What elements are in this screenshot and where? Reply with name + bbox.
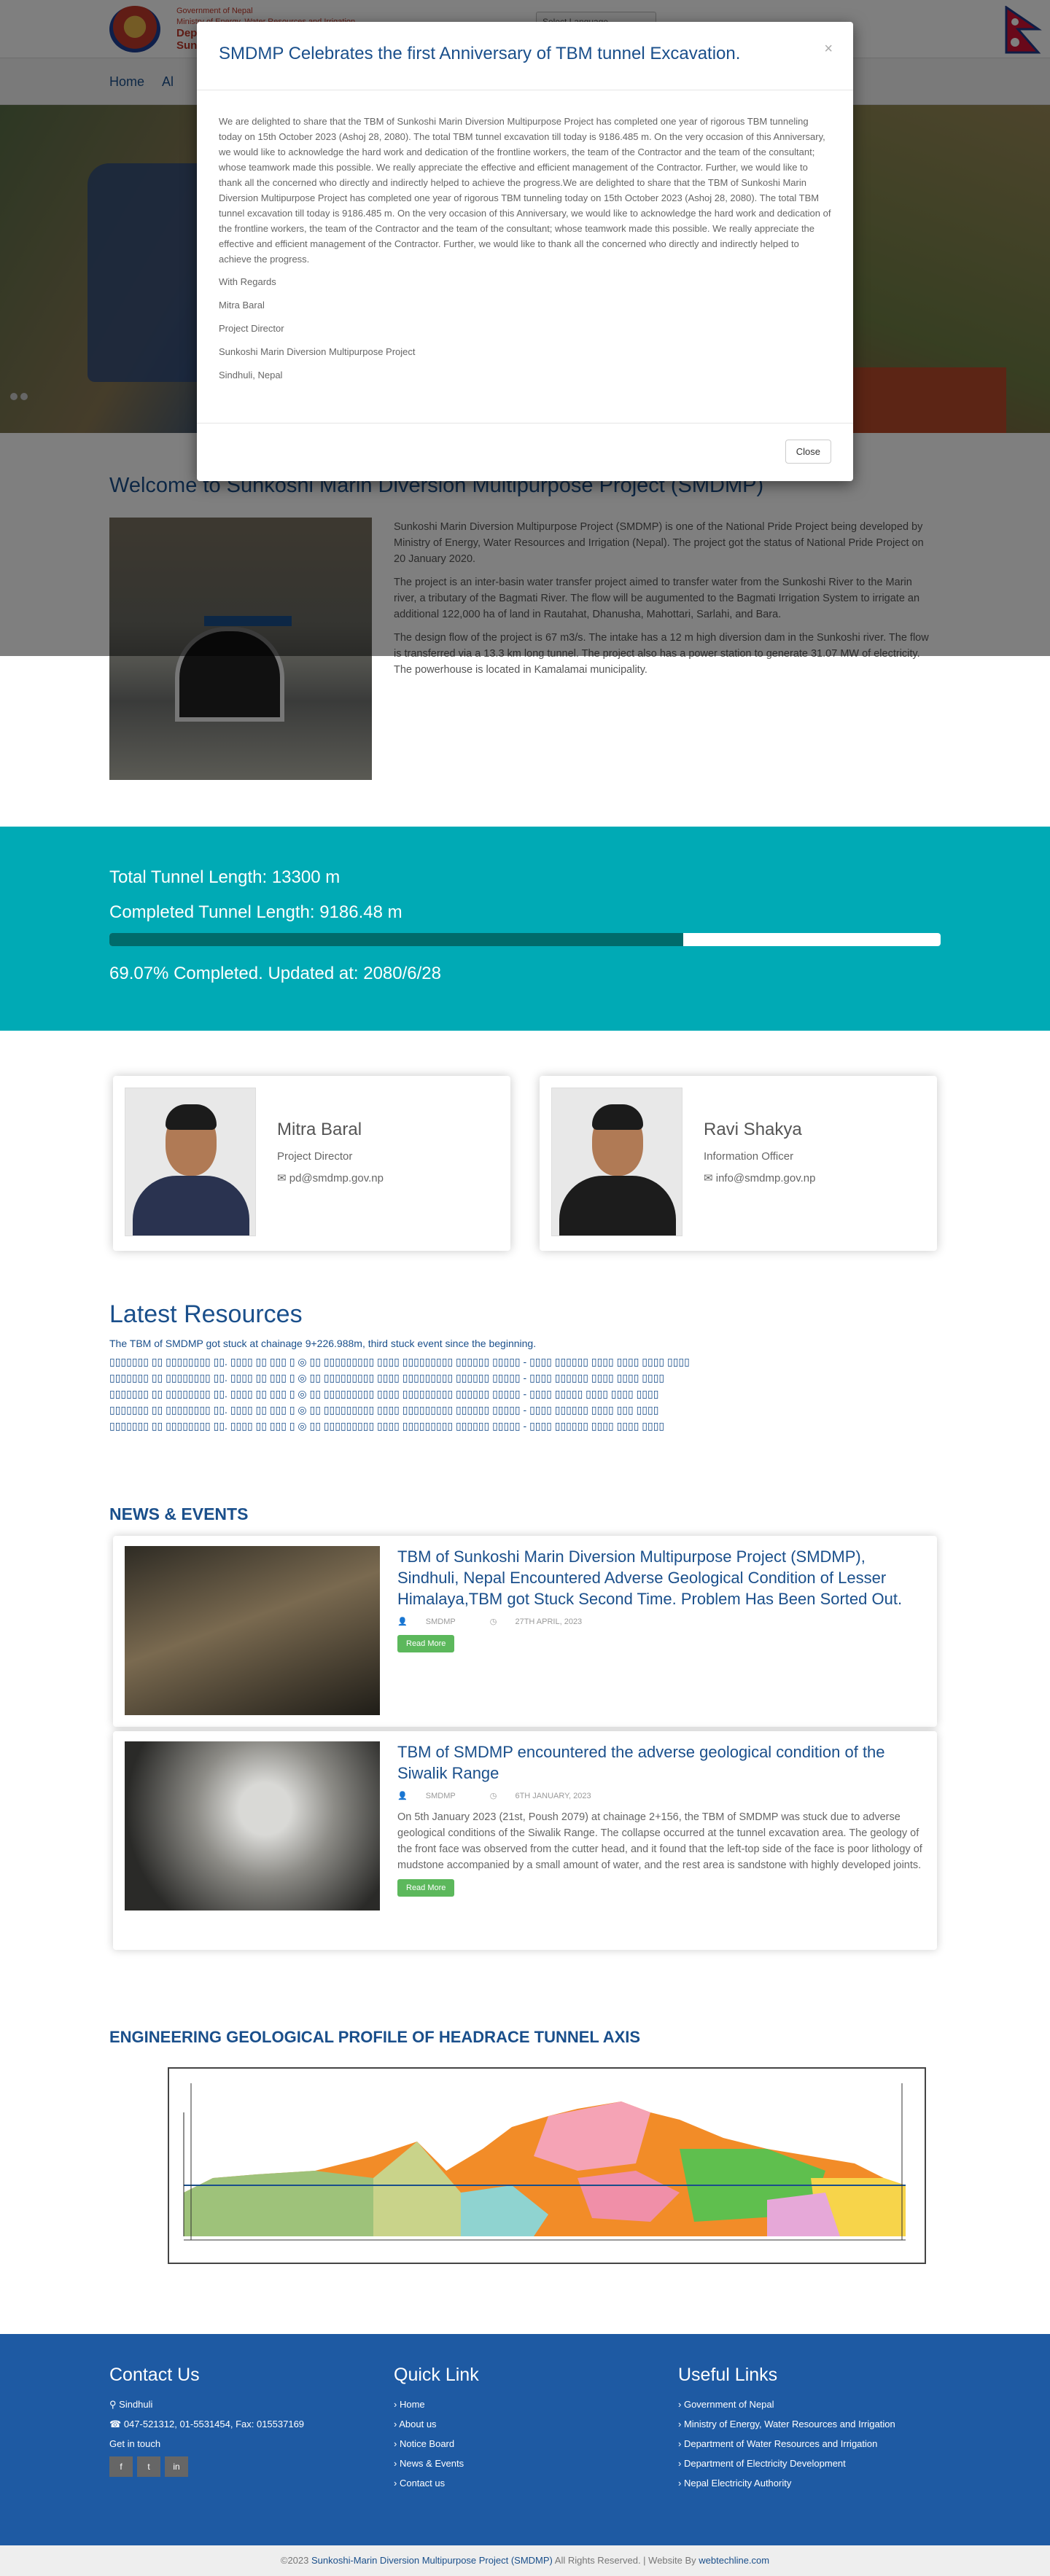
official-name: Mitra Baral xyxy=(277,1120,362,1139)
progress-bar xyxy=(109,933,941,946)
useful-links-title: Useful Links xyxy=(678,2365,778,2385)
copyright-org-link[interactable]: Sunkoshi-Marin Diversion Multipurpose Pr… xyxy=(311,2555,553,2566)
progress-status: 69.07% Completed. Updated at: 2080/6/28 xyxy=(109,964,441,983)
clock-icon: ◷ xyxy=(489,1792,497,1800)
news-author: SMDMP xyxy=(425,1617,456,1626)
modal-organization: Sunkoshi Marin Diversion Multipurpose Pr… xyxy=(219,346,416,357)
news-date: 27TH APRIL, 2023 xyxy=(515,1617,583,1626)
twitter-icon[interactable]: t xyxy=(137,2456,160,2477)
official-role: Information Officer xyxy=(704,1150,794,1163)
news-thumbnail[interactable] xyxy=(125,1546,380,1715)
total-tunnel-length: Total Tunnel Length: 13300 m xyxy=(109,867,341,887)
footer-link[interactable]: › Notice Board xyxy=(394,2434,479,2454)
footer-link[interactable]: › Government of Nepal xyxy=(678,2394,895,2414)
footer-link[interactable]: › Nepal Electricity Authority xyxy=(678,2473,895,2493)
phone-icon: ☎ xyxy=(109,2419,122,2429)
map-marker-icon: ⚲ xyxy=(109,2399,117,2410)
modal-title: SMDMP Celebrates the first Anniversary o… xyxy=(219,44,741,63)
footer-link[interactable]: › Home xyxy=(394,2394,479,2414)
official-card: Ravi Shakya Information Officer ✉ info@s… xyxy=(540,1076,937,1251)
modal-body-text: We are delighted to share that the TBM o… xyxy=(219,116,831,265)
modal-close-button[interactable]: Close xyxy=(785,440,831,464)
officials-section: Mitra Baral Project Director ✉ pd@smdmp.… xyxy=(0,1031,1050,1300)
geological-profile-section: ENGINEERING GEOLOGICAL PROFILE OF HEADRA… xyxy=(0,2028,1050,2334)
official-card: Mitra Baral Project Director ✉ pd@smdmp.… xyxy=(113,1076,510,1251)
announcement-modal: SMDMP Celebrates the first Anniversary o… xyxy=(197,22,853,481)
get-in-touch-label: Get in touch xyxy=(109,2438,161,2449)
resource-link[interactable]: ▯▯▯▯▯▯▯ ▯▯ ▯▯▯▯▯▯▯▯ ▯▯. ▯▯▯▯ ▯▯ ▯▯▯ ▯ ◎ … xyxy=(109,1370,941,1386)
read-more-button[interactable]: Read More xyxy=(397,1635,455,1652)
news-headline[interactable]: TBM of Sunkoshi Marin Diversion Multipur… xyxy=(397,1546,926,1609)
close-icon[interactable]: × xyxy=(824,41,833,58)
envelope-icon: ✉ xyxy=(277,1172,287,1184)
footer-link[interactable]: › Department of Water Resources and Irri… xyxy=(678,2434,895,2454)
copyright-bar: ©2023 Sunkoshi-Marin Diversion Multipurp… xyxy=(0,2545,1050,2576)
news-date: 6TH JANUARY, 2023 xyxy=(515,1792,591,1800)
latest-resources-section: Latest Resources The TBM of SMDMP got st… xyxy=(0,1300,1050,1504)
news-headline[interactable]: TBM of SMDMP encountered the adverse geo… xyxy=(397,1741,926,1784)
user-icon: 👤 xyxy=(397,1792,408,1800)
footer-useful-links: Useful Links › Government of Nepal › Min… xyxy=(678,2365,895,2493)
site-footer: Contact Us ⚲ Sindhuli ☎ 047-521312, 01-5… xyxy=(0,2334,1050,2545)
user-icon: 👤 xyxy=(397,1617,408,1626)
footer-phone: 047-521312, 01-5531454, Fax: 015537169 xyxy=(123,2419,305,2429)
footer-contact: Contact Us ⚲ Sindhuli ☎ 047-521312, 01-5… xyxy=(109,2365,304,2477)
news-card: TBM of Sunkoshi Marin Diversion Multipur… xyxy=(113,1536,937,1727)
footer-link[interactable]: › About us xyxy=(394,2414,479,2434)
official-photo xyxy=(125,1088,256,1236)
footer-quick-links: Quick Link › Home › About us › Notice Bo… xyxy=(394,2365,479,2493)
news-title: NEWS & EVENTS xyxy=(109,1504,249,1523)
quick-links-title: Quick Link xyxy=(394,2365,479,2385)
footer-contact-title: Contact Us xyxy=(109,2365,200,2385)
official-email[interactable]: pd@smdmp.gov.np xyxy=(289,1172,384,1184)
resource-link[interactable]: ▯▯▯▯▯▯▯ ▯▯ ▯▯▯▯▯▯▯▯ ▯▯. ▯▯▯▯ ▯▯ ▯▯▯ ▯ ◎ … xyxy=(109,1418,941,1434)
news-thumbnail[interactable] xyxy=(125,1741,380,1910)
resource-link[interactable]: ▯▯▯▯▯▯▯ ▯▯ ▯▯▯▯▯▯▯▯ ▯▯. ▯▯▯▯ ▯▯ ▯▯▯ ▯ ◎ … xyxy=(109,1402,941,1418)
social-links: f t in xyxy=(109,2456,304,2477)
official-photo xyxy=(551,1088,682,1236)
developer-link[interactable]: webtechline.com xyxy=(699,2555,769,2566)
official-role: Project Director xyxy=(277,1150,353,1163)
envelope-icon: ✉ xyxy=(704,1172,713,1184)
modal-signatory-name: Mitra Baral xyxy=(219,300,265,311)
progress-bar-fill xyxy=(109,933,684,946)
news-description: On 5th January 2023 (21st, Poush 2079) a… xyxy=(397,1811,922,1871)
geological-profile-image xyxy=(168,2067,926,2264)
facebook-icon[interactable]: f xyxy=(109,2456,133,2477)
resources-title: Latest Resources xyxy=(109,1300,303,1328)
clock-icon: ◷ xyxy=(489,1617,497,1626)
footer-link[interactable]: › Department of Electricity Development xyxy=(678,2454,895,2473)
resource-link[interactable]: ▯▯▯▯▯▯▯ ▯▯ ▯▯▯▯▯▯▯▯ ▯▯. ▯▯▯▯ ▯▯ ▯▯▯ ▯ ◎ … xyxy=(109,1354,941,1370)
official-name: Ravi Shakya xyxy=(704,1120,802,1139)
news-events-section: NEWS & EVENTS TBM of Sunkoshi Marin Dive… xyxy=(0,1504,1050,2028)
news-card: TBM of SMDMP encountered the adverse geo… xyxy=(113,1731,937,1950)
tunnel-progress-section: Total Tunnel Length: 13300 m Completed T… xyxy=(0,827,1050,1031)
linkedin-icon[interactable]: in xyxy=(165,2456,188,2477)
profile-title: ENGINEERING GEOLOGICAL PROFILE OF HEADRA… xyxy=(109,2028,641,2046)
resource-link[interactable]: ▯▯▯▯▯▯▯ ▯▯ ▯▯▯▯▯▯▯▯ ▯▯. ▯▯▯▯ ▯▯ ▯▯▯ ▯ ◎ … xyxy=(109,1386,941,1402)
footer-link[interactable]: › Ministry of Energy, Water Resources an… xyxy=(678,2414,895,2434)
news-author: SMDMP xyxy=(425,1792,456,1800)
modal-place: Sindhuli, Nepal xyxy=(219,370,283,380)
modal-regards: With Regards xyxy=(219,276,276,287)
footer-link[interactable]: › Contact us xyxy=(394,2473,479,2493)
footer-location: Sindhuli xyxy=(119,2399,153,2410)
official-email[interactable]: info@smdmp.gov.np xyxy=(716,1172,816,1184)
read-more-button[interactable]: Read More xyxy=(397,1879,455,1897)
resource-link[interactable]: The TBM of SMDMP got stuck at chainage 9… xyxy=(109,1338,941,1349)
completed-tunnel-length: Completed Tunnel Length: 9186.48 m xyxy=(109,902,402,922)
footer-link[interactable]: › News & Events xyxy=(394,2454,479,2473)
modal-signatory-position: Project Director xyxy=(219,323,284,334)
